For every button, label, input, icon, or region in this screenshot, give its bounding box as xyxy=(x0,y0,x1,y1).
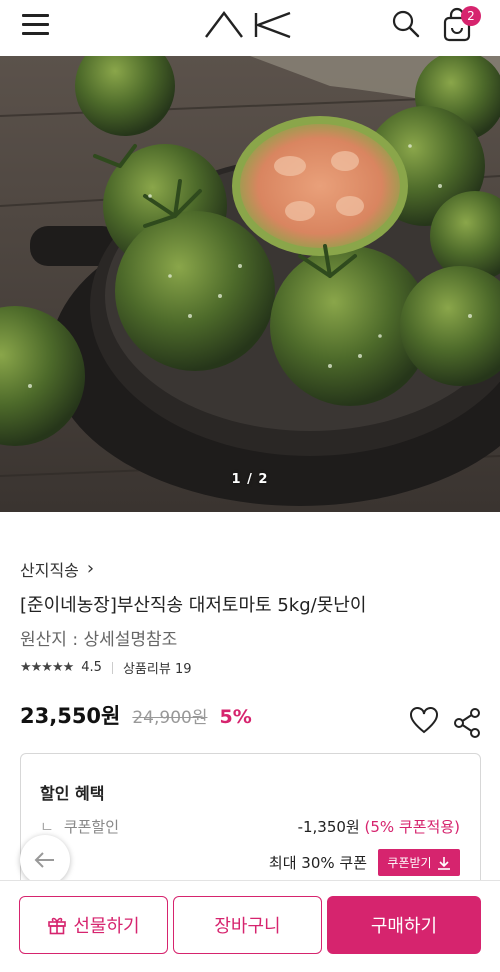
cart-button[interactable]: 2 xyxy=(440,6,481,44)
brand-logo[interactable] xyxy=(204,10,296,40)
coupon-applied-note: (5% 쿠폰적용) xyxy=(364,818,460,836)
product-image-carousel[interactable]: 1 / 2 xyxy=(0,56,500,512)
chevron-right-icon: › xyxy=(86,558,95,579)
heart-icon[interactable] xyxy=(408,705,440,737)
menu-icon[interactable] xyxy=(22,13,50,35)
sale-price: 23,550원 xyxy=(20,704,121,728)
buy-now-button[interactable]: 구매하기 xyxy=(327,896,481,954)
add-to-cart-label: 장바구니 xyxy=(214,916,281,937)
coupon-discount-amount: -1,350원 xyxy=(297,818,360,836)
review-count-link[interactable]: 상품리뷰 19 xyxy=(123,658,192,677)
app-header: 2 xyxy=(0,0,500,56)
original-price: 24,900원 xyxy=(132,708,208,728)
seller-link[interactable]: 산지직송 › xyxy=(20,557,94,581)
coupon-download-button[interactable]: 쿠폰받기 xyxy=(378,849,460,876)
gift-button[interactable]: 선물하기 xyxy=(19,896,168,954)
rating-row[interactable]: ★★★★★ 4.5 상품리뷰 19 xyxy=(20,658,191,677)
product-photo xyxy=(0,56,500,512)
gift-button-label: 선물하기 xyxy=(73,916,140,937)
gift-icon xyxy=(48,917,67,935)
buy-now-label: 구매하기 xyxy=(370,916,438,937)
cart-count-badge: 2 xyxy=(461,6,481,26)
star-rating-icon: ★★★★★ xyxy=(20,660,74,675)
image-page-counter: 1 / 2 xyxy=(231,472,269,487)
divider xyxy=(111,661,113,674)
coupon-discount-row: ㄴ 쿠폰할인 -1,350원 (5% 쿠폰적용) xyxy=(40,816,460,837)
coupon-discount-label: 쿠폰할인 xyxy=(63,818,120,836)
back-button[interactable] xyxy=(20,835,70,885)
max-coupon-text: 최대 30% 쿠폰 xyxy=(268,854,367,872)
share-icon[interactable] xyxy=(452,707,484,739)
add-to-cart-button[interactable]: 장바구니 xyxy=(173,896,322,954)
download-icon xyxy=(437,856,450,870)
sub-item-marker: ㄴ xyxy=(40,818,54,836)
price-row: 23,550원 24,900원 5% xyxy=(20,700,252,730)
seller-name: 산지직송 xyxy=(20,561,79,580)
bottom-action-bar: 선물하기 장바구니 구매하기 xyxy=(0,880,500,972)
coupon-download-label: 쿠폰받기 xyxy=(387,856,432,870)
discount-benefit-box: 할인 혜택 ㄴ 쿠폰할인 -1,350원 (5% 쿠폰적용) 최대 30% 쿠폰 … xyxy=(20,753,481,893)
search-icon[interactable] xyxy=(390,8,422,40)
arrow-left-icon xyxy=(34,852,54,868)
benefit-title: 할인 혜택 xyxy=(40,784,105,803)
product-origin: 원산지 : 상세설명참조 xyxy=(20,630,178,650)
product-title: [준이네농장]부산직송 대저토마토 5kg/못난이 xyxy=(20,595,367,616)
discount-rate: 5% xyxy=(219,706,252,728)
rating-value: 4.5 xyxy=(81,660,102,675)
